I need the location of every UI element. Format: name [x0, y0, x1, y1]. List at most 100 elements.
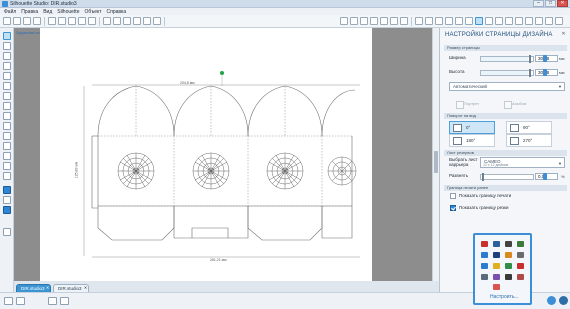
tray-app-icon[interactable]: [505, 263, 512, 269]
menu-view[interactable]: Вид: [43, 9, 52, 15]
menu-object[interactable]: Объект: [84, 9, 101, 15]
align-icon[interactable]: [380, 17, 388, 25]
show-cut-border-checkbox[interactable]: [450, 205, 456, 211]
menu-silhouette[interactable]: Silhouette: [57, 9, 79, 15]
close-tab-icon[interactable]: ✕: [83, 285, 88, 290]
tray-app-icon[interactable]: [493, 252, 500, 258]
line-tool-icon[interactable]: [3, 52, 11, 60]
paste-icon[interactable]: [68, 17, 76, 25]
rotation-180-option[interactable]: 180°: [449, 134, 495, 147]
tray-app-icon[interactable]: [505, 241, 512, 247]
height-slider[interactable]: [480, 69, 534, 77]
tray-app-icon[interactable]: [517, 252, 524, 258]
ellipse-tool-icon[interactable]: [3, 102, 11, 110]
offset-icon[interactable]: [455, 17, 463, 25]
text-tool-icon[interactable]: [3, 142, 11, 150]
maximize-button[interactable]: □: [545, 0, 556, 7]
cut-settings-icon[interactable]: [495, 17, 503, 25]
library-panel-icon[interactable]: [3, 186, 11, 194]
scale-spinner[interactable]: [543, 173, 547, 180]
print-cut-icon[interactable]: [535, 17, 543, 25]
landscape-button[interactable]: Альбом: [503, 100, 526, 109]
eraser-tool-icon[interactable]: [3, 152, 11, 160]
rectangle-tool-icon[interactable]: [3, 92, 11, 100]
speaker-icon[interactable]: [517, 274, 524, 280]
zoom-fit-icon[interactable]: [123, 17, 131, 25]
tray-app-icon[interactable]: [493, 274, 500, 280]
tray-app-icon[interactable]: [517, 263, 524, 269]
close-window-button[interactable]: ✕: [557, 0, 568, 7]
width-slider[interactable]: [480, 55, 534, 63]
scrollbar-thumb[interactable]: [434, 151, 438, 173]
tray-customize-link[interactable]: Настроить...: [490, 294, 519, 300]
bring-front-icon[interactable]: [16, 297, 25, 305]
text-style-icon[interactable]: [445, 17, 453, 25]
tray-app-icon[interactable]: [493, 241, 500, 247]
scale-slider[interactable]: [480, 173, 534, 181]
print-icon[interactable]: [33, 17, 41, 25]
tray-app-icon[interactable]: [493, 263, 500, 269]
library-icon[interactable]: [505, 17, 513, 25]
edit-points-icon[interactable]: [3, 42, 11, 50]
extra-tool-icon[interactable]: [3, 228, 11, 236]
smooth-freehand-icon[interactable]: [3, 132, 11, 140]
menu-file[interactable]: Файл: [4, 9, 16, 15]
open-icon[interactable]: [13, 17, 21, 25]
copy-icon[interactable]: [58, 17, 66, 25]
zoom-page-icon[interactable]: [133, 17, 141, 25]
design-view-icon[interactable]: [525, 17, 533, 25]
show-print-border-checkbox[interactable]: [450, 193, 456, 199]
width-spinner[interactable]: [543, 55, 547, 62]
menu-help[interactable]: Справка: [107, 9, 127, 15]
pan-icon[interactable]: [143, 17, 151, 25]
polygon-tool-icon[interactable]: [3, 62, 11, 70]
tray-app-icon[interactable]: [481, 263, 488, 269]
page-setup-icon[interactable]: [475, 17, 483, 25]
select-tool-icon[interactable]: [3, 32, 11, 40]
zoom-out-icon[interactable]: [113, 17, 121, 25]
cutter-status-icon[interactable]: [555, 17, 563, 25]
line-style-icon[interactable]: [435, 17, 443, 25]
grid-icon[interactable]: [60, 297, 69, 305]
minimize-button[interactable]: –: [533, 0, 544, 7]
store-icon[interactable]: [515, 17, 523, 25]
knife-tool-icon[interactable]: [3, 162, 11, 170]
height-slider-knob[interactable]: [529, 69, 531, 77]
save-icon[interactable]: [23, 17, 31, 25]
polygon-shape-icon[interactable]: [3, 112, 11, 120]
transform-icon[interactable]: [400, 17, 408, 25]
zoom-in-icon[interactable]: [103, 17, 111, 25]
arc-tool-icon[interactable]: [3, 82, 11, 90]
portrait-button[interactable]: Портрет: [455, 100, 479, 109]
menu-edit[interactable]: Правка: [21, 9, 38, 15]
tray-app-icon[interactable]: [517, 241, 524, 247]
group-icon[interactable]: [340, 17, 348, 25]
tray-app-icon[interactable]: [505, 252, 512, 258]
cut-icon[interactable]: [48, 17, 56, 25]
line-color-icon[interactable]: [425, 17, 433, 25]
tray-app-icon[interactable]: [493, 284, 500, 290]
undo-icon[interactable]: [78, 17, 86, 25]
trace-icon[interactable]: [465, 17, 473, 25]
settings-gear-icon[interactable]: [547, 296, 556, 305]
tray-app-icon[interactable]: [481, 252, 488, 258]
online-library-icon[interactable]: [3, 206, 11, 214]
fill-color-icon[interactable]: [415, 17, 423, 25]
new-document-icon[interactable]: [3, 17, 11, 25]
rotation-90-option[interactable]: 90°: [506, 121, 552, 134]
rotation-0-option[interactable]: 0°: [449, 121, 495, 134]
eyedropper-tool-icon[interactable]: [3, 172, 11, 180]
zoom-drag-icon[interactable]: [153, 17, 161, 25]
tray-app-icon[interactable]: [481, 274, 488, 280]
registration-marks-icon[interactable]: [485, 17, 493, 25]
help-icon[interactable]: [559, 296, 568, 305]
media-size-dropdown[interactable]: Автоматический ▼: [449, 82, 565, 91]
rotation-270-option[interactable]: 270°: [506, 134, 552, 147]
send-to-cutter-icon[interactable]: [545, 17, 553, 25]
vertical-scrollbar[interactable]: [432, 28, 439, 281]
mirror-icon[interactable]: [370, 17, 378, 25]
freehand-tool-icon[interactable]: [3, 122, 11, 130]
ungroup-icon[interactable]: [350, 17, 358, 25]
tray-app-icon[interactable]: [505, 274, 512, 280]
curve-tool-icon[interactable]: [3, 72, 11, 80]
